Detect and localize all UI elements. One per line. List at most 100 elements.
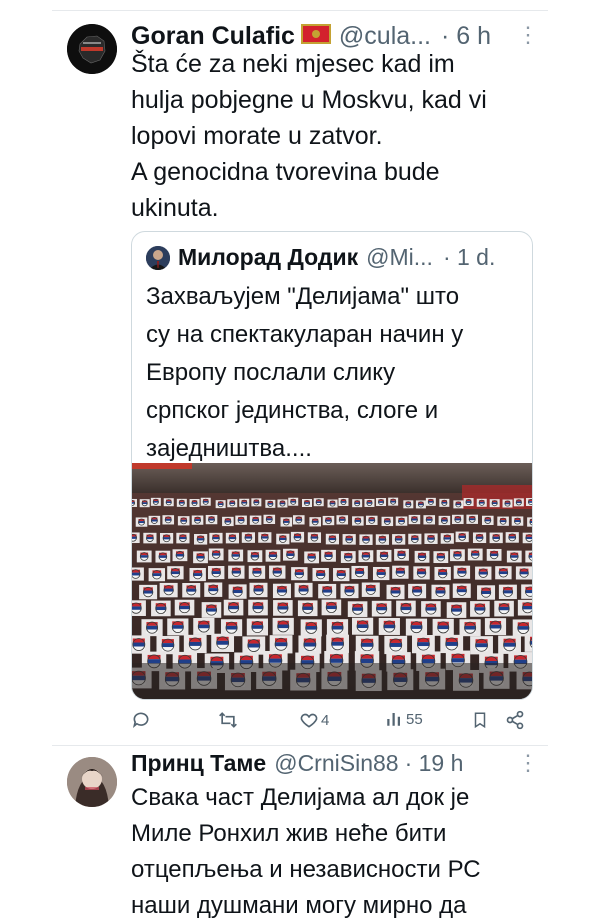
flag-placard (228, 565, 245, 579)
flag-placard (351, 617, 374, 635)
flag-placard (403, 500, 414, 509)
views-icon (387, 713, 400, 726)
tweet1-text: Šta će za neki mjesec kad im hulja pobje… (131, 46, 551, 226)
flag-placard (265, 549, 281, 562)
stadium-crowd-photo[interactable] (132, 463, 532, 699)
flag-placard (359, 534, 373, 545)
flag-placard (189, 499, 200, 508)
flag-placard (388, 497, 399, 506)
flag-placard (364, 498, 375, 507)
flag-placard (220, 619, 243, 637)
flag-placard (515, 566, 532, 580)
quote-author-name[interactable]: Милорад Додик (178, 244, 358, 271)
flag-placard (421, 601, 441, 617)
flag-placard (263, 514, 276, 525)
flag-placard (361, 582, 380, 597)
flag-placard (466, 514, 478, 524)
flag-placard (394, 548, 409, 561)
text-line: Захваљујем "Делијама" што (146, 283, 460, 310)
flag-placard (304, 551, 320, 564)
flag-placard (159, 532, 174, 544)
flag-placard (333, 568, 350, 582)
flag-placard (321, 599, 342, 616)
avatar-princ[interactable] (67, 757, 117, 807)
flag-placard (467, 548, 483, 561)
more-icon[interactable]: ⋮ (517, 22, 539, 48)
flag-placard (452, 583, 471, 598)
like-count: 4 (321, 711, 330, 729)
flag-placard (167, 566, 184, 580)
flag-placard (476, 498, 487, 507)
flag-placard (309, 517, 322, 527)
flag-placard (288, 497, 299, 506)
flag-placard (321, 549, 336, 562)
flag-placard (167, 618, 189, 636)
tweet-time[interactable]: · 19 h (405, 750, 464, 777)
flag-placard (396, 600, 416, 617)
reply-button[interactable] (131, 710, 151, 730)
flag-placard (150, 497, 161, 506)
views-count: 55 (406, 710, 423, 728)
tweet-princ[interactable]: Принц Таме @CrniSin88 · 19 h ⋮ Свака час… (0, 746, 600, 919)
quote-time[interactable]: · 1 d. (443, 244, 495, 271)
quote-author-handle[interactable]: @Mi... (366, 244, 433, 271)
flag-placard (280, 517, 293, 527)
flag-placard (248, 565, 266, 579)
flag-placard (475, 566, 492, 580)
more-icon[interactable]: ⋮ (517, 750, 539, 776)
flag-placard (277, 499, 288, 508)
flag-placard (498, 635, 521, 654)
flag-placard (392, 565, 409, 579)
share-button[interactable] (505, 710, 525, 730)
flag-placard (135, 517, 148, 527)
like-button[interactable]: 4 (299, 710, 329, 730)
text-line: Европу послали слику (146, 359, 396, 386)
flag-placard (273, 600, 293, 616)
flag-placard (182, 582, 201, 598)
flag-placard (228, 549, 244, 562)
flag-placard (342, 534, 356, 545)
flag-placard (313, 498, 324, 507)
flag-placard (177, 516, 190, 526)
like-icon (300, 713, 318, 728)
flag-placard (183, 634, 207, 654)
flag-placard (381, 516, 394, 527)
flag-placard (194, 534, 208, 545)
flag-placard (272, 583, 291, 599)
flag-placard (249, 582, 268, 598)
flag-placard (495, 566, 512, 580)
quoted-tweet[interactable]: Милорад Додик @Mi... · 1 d. Захваљујем "… (131, 231, 533, 700)
flag-placard (325, 533, 339, 545)
flag-placard (433, 551, 449, 564)
flag-placard (412, 635, 435, 654)
avatar-goran[interactable] (67, 24, 117, 74)
avatar-portrait (146, 246, 170, 270)
flag-placard (215, 500, 226, 509)
flag-placard (276, 533, 290, 545)
flag-placard (513, 498, 524, 507)
flag-placard (431, 584, 450, 600)
author-handle[interactable]: @CrniSin88 (274, 750, 398, 777)
views-button[interactable]: 55 (385, 710, 423, 728)
text-line: отцепљења и независности РС (131, 856, 481, 883)
flag-placard (432, 618, 454, 636)
flag-placard (489, 499, 500, 508)
flag-placard (162, 515, 175, 525)
flag-placard (163, 498, 174, 507)
author-name[interactable]: Принц Таме (131, 750, 266, 777)
flag-placard (248, 599, 268, 616)
flag-placard (247, 550, 263, 563)
flag-placard (415, 500, 426, 509)
flag-placard (376, 549, 392, 562)
bookmark-button[interactable] (471, 710, 489, 730)
flag-placard (378, 617, 400, 635)
flag-placard (294, 582, 313, 598)
flag-placard (208, 548, 224, 561)
flag-placard (283, 548, 298, 561)
retweet-button[interactable] (217, 710, 239, 730)
flag-placard (246, 618, 268, 636)
tweet-goran[interactable]: Goran Culafic @cula... · 6 h ⋮ Šta će za… (0, 0, 600, 745)
avatar-dodik[interactable] (146, 246, 170, 270)
flag-placard (300, 619, 322, 637)
flag-placard (438, 515, 451, 526)
